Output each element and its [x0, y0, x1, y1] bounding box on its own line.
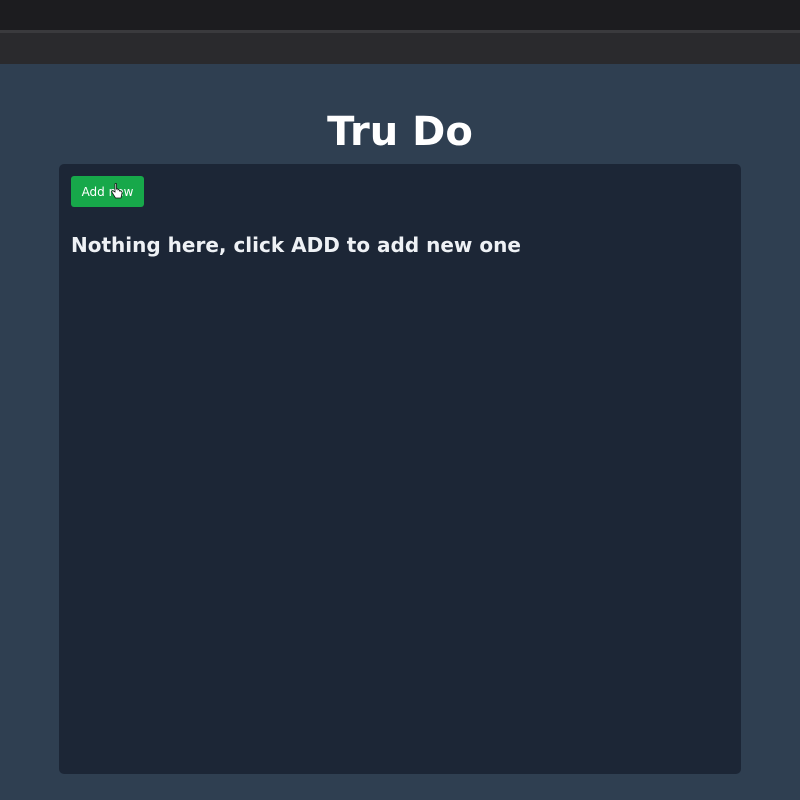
- todo-panel: Add new Nothing here, click ADD to add n…: [59, 164, 741, 774]
- browser-toolbar: [0, 30, 800, 64]
- hand-pointer-icon: [111, 183, 123, 199]
- add-new-button[interactable]: Add new: [71, 176, 144, 207]
- browser-tab-strip: [0, 0, 800, 30]
- empty-state-message: Nothing here, click ADD to add new one: [71, 233, 521, 257]
- page: Tru Do Add new Nothing here, click ADD t…: [0, 64, 800, 800]
- page-title: Tru Do: [327, 109, 473, 155]
